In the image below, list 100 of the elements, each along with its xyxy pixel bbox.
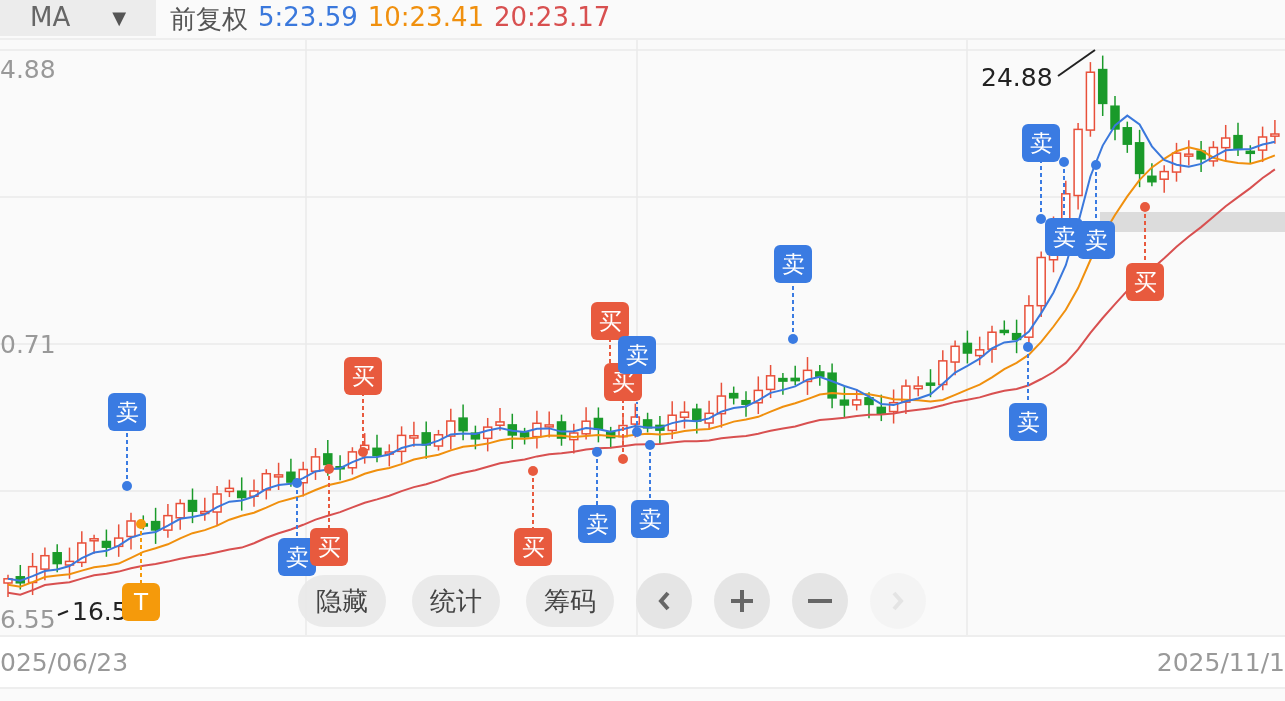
candlestick <box>1036 250 1046 318</box>
candlestick <box>3 574 13 598</box>
candlestick <box>704 399 714 431</box>
date-label: 2025/11/1 <box>1156 647 1285 677</box>
candlestick <box>839 385 850 419</box>
candlestick <box>987 324 997 364</box>
candlestick <box>974 335 985 366</box>
candlestick <box>1220 124 1231 163</box>
candlestick <box>679 400 690 430</box>
adjust-label: 前复权 <box>170 2 248 36</box>
minus-icon <box>807 598 833 604</box>
candlestick <box>950 339 960 376</box>
candlestick <box>64 546 75 580</box>
candlestick <box>249 478 259 508</box>
candlestick <box>1097 54 1108 117</box>
marker-pin <box>592 447 602 506</box>
date-label: 025/06/23 <box>0 647 129 677</box>
candlestick <box>52 543 62 573</box>
buy-tag: 买 <box>1126 263 1164 301</box>
candlestick <box>433 429 444 452</box>
candlestick <box>544 410 554 439</box>
leader-line <box>1057 49 1096 77</box>
candlestick <box>323 439 333 477</box>
candlestick <box>1184 139 1194 167</box>
candlestick <box>901 378 911 415</box>
sell-tag: 卖 <box>1009 403 1047 441</box>
sell-tag: 卖 <box>774 245 812 283</box>
marker-pin <box>136 519 146 584</box>
ma-value: 20:23.17 <box>494 1 611 34</box>
candlestick <box>409 421 419 448</box>
marker-pin <box>528 466 538 529</box>
toolbar-button[interactable]: 筹码 <box>526 575 614 627</box>
candlestick <box>1110 95 1120 141</box>
candlestick <box>1159 164 1169 194</box>
candlestick <box>741 390 751 418</box>
candlestick <box>581 406 591 441</box>
candlestick <box>753 375 764 415</box>
marker-pin <box>292 478 302 539</box>
candlestick <box>815 364 825 387</box>
candlestick <box>532 410 542 450</box>
y-axis-label: 4.88 <box>0 57 56 82</box>
ma-value: 5:23.59 <box>258 1 358 34</box>
y-axis-label: 0.71 <box>0 332 56 357</box>
plus-button[interactable] <box>714 573 770 629</box>
candlestick <box>556 413 567 447</box>
candlestick <box>175 498 185 531</box>
sell-tag: 卖 <box>108 393 146 431</box>
candlestick <box>913 375 923 398</box>
candlestick <box>187 487 198 524</box>
candlestick <box>925 368 936 398</box>
candlestick <box>335 454 345 482</box>
candlestick <box>163 503 173 539</box>
candlestick <box>347 446 358 476</box>
candlestick <box>372 434 382 463</box>
candlestick <box>692 403 702 435</box>
candlestick <box>790 364 800 386</box>
toolbar-button[interactable]: 统计 <box>412 575 500 627</box>
candlestick <box>876 393 887 422</box>
prev-button[interactable] <box>636 573 692 629</box>
candlestick <box>1171 142 1182 183</box>
candlestick <box>1196 140 1206 173</box>
marker-pin <box>358 394 368 457</box>
candlestick <box>77 530 87 568</box>
candlestick <box>113 523 124 558</box>
candlestick <box>778 372 788 396</box>
sell-tag: 卖 <box>1077 221 1115 259</box>
minus-button[interactable] <box>792 573 848 629</box>
t-tag: T <box>122 583 160 621</box>
candlestick <box>667 400 677 440</box>
candlestick <box>421 420 431 460</box>
candlestick <box>286 457 296 488</box>
candlestick <box>495 407 505 432</box>
buy-tag: 买 <box>310 528 348 566</box>
toolbar-button[interactable]: 隐藏 <box>298 575 386 627</box>
sell-tag: 卖 <box>578 505 616 543</box>
candlestick <box>827 362 837 410</box>
candlestick <box>1270 119 1280 145</box>
y-axis-label: 6.55 <box>0 607 56 632</box>
marker-pin <box>122 430 132 491</box>
candlestick <box>802 356 813 396</box>
marker-pin <box>1036 161 1046 224</box>
candlestick <box>89 533 99 555</box>
marker-pin <box>645 440 655 501</box>
buy-tag: 买 <box>514 528 552 566</box>
candlestick <box>569 422 579 455</box>
plus-icon <box>729 588 755 614</box>
candlestick <box>470 424 481 451</box>
buy-tag: 买 <box>591 302 629 340</box>
indicator-dropdown[interactable]: MA ▼ <box>0 0 156 36</box>
candlestick <box>1233 121 1243 157</box>
candlestick <box>1208 140 1219 168</box>
sell-tag: 卖 <box>1022 124 1060 162</box>
chevron-left-icon <box>657 590 671 612</box>
ma-value: 10:23.41 <box>367 1 484 34</box>
candlestick <box>482 417 493 453</box>
candlestick <box>888 388 899 425</box>
buy-tag: 买 <box>344 357 382 395</box>
candlestick <box>1147 162 1157 187</box>
marker-pin <box>618 400 628 464</box>
candlestick <box>101 528 112 558</box>
